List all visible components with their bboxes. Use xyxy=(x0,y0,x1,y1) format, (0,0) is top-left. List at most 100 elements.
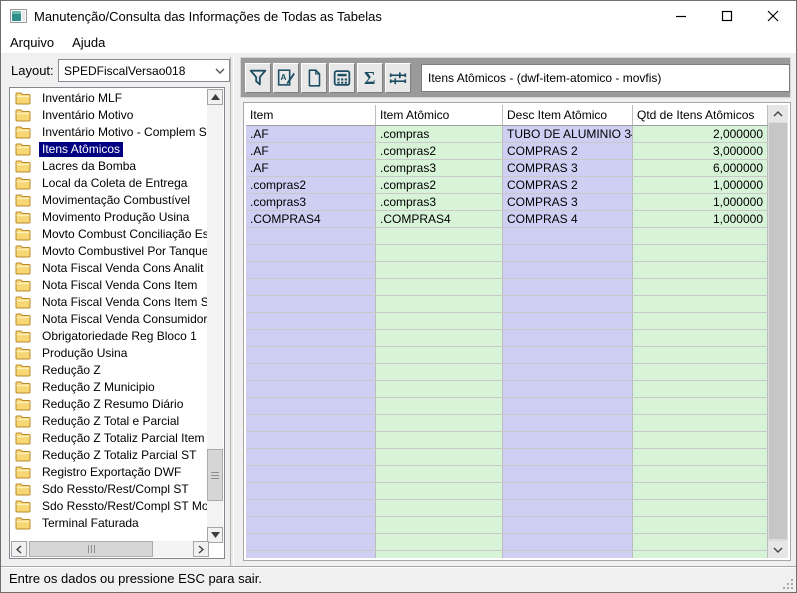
empty-cell[interactable] xyxy=(376,466,503,482)
tree-item[interactable]: Obrigatoriedade Reg Bloco 1 xyxy=(11,328,207,345)
empty-cell[interactable] xyxy=(246,517,376,533)
table-cell[interactable]: 1,000000 xyxy=(633,177,768,193)
table-cell[interactable]: COMPRAS 3 xyxy=(503,160,633,176)
empty-cell[interactable] xyxy=(376,228,503,244)
empty-cell[interactable] xyxy=(376,245,503,261)
empty-cell[interactable] xyxy=(376,483,503,499)
edit-record-button[interactable]: A xyxy=(273,63,299,93)
adjust-button[interactable] xyxy=(385,63,411,93)
empty-cell[interactable] xyxy=(246,415,376,431)
empty-cell[interactable] xyxy=(633,449,768,465)
grid-scroll-thumb[interactable] xyxy=(769,123,787,539)
empty-cell[interactable] xyxy=(503,228,633,244)
empty-cell[interactable] xyxy=(376,534,503,550)
empty-cell[interactable] xyxy=(633,347,768,363)
empty-cell[interactable] xyxy=(633,245,768,261)
grid-scroll-down-button[interactable] xyxy=(768,541,788,558)
empty-cell[interactable] xyxy=(633,313,768,329)
table-cell[interactable]: .AF xyxy=(246,143,376,159)
tree-item[interactable]: Produção Usina xyxy=(11,345,207,362)
empty-cell[interactable] xyxy=(246,449,376,465)
table-cell[interactable]: 3,000000 xyxy=(633,143,768,159)
empty-cell[interactable] xyxy=(633,381,768,397)
empty-cell[interactable] xyxy=(376,347,503,363)
column-header[interactable]: Desc Item Atômico xyxy=(503,105,633,125)
table-cell[interactable]: .compras2 xyxy=(376,143,503,159)
empty-cell[interactable] xyxy=(633,432,768,448)
tree-item[interactable]: Nota Fiscal Venda Cons Analit xyxy=(11,260,207,277)
menu-item-ajuda[interactable]: Ajuda xyxy=(63,33,114,52)
tree-item[interactable]: Redução Z xyxy=(11,362,207,379)
empty-cell[interactable] xyxy=(376,279,503,295)
tree-item[interactable]: Movimentação Combustível xyxy=(11,192,207,209)
table-cell[interactable]: .COMPRAS4 xyxy=(246,211,376,227)
empty-cell[interactable] xyxy=(246,500,376,516)
empty-cell[interactable] xyxy=(246,364,376,380)
filter-button[interactable] xyxy=(245,63,271,93)
tree-item[interactable]: Nota Fiscal Venda Consumidor xyxy=(11,311,207,328)
table-cell[interactable]: .AF xyxy=(246,160,376,176)
panel-splitter[interactable] xyxy=(230,57,234,566)
tree-item[interactable]: Movto Combustivel Por Tanque xyxy=(11,243,207,260)
empty-cell[interactable] xyxy=(376,364,503,380)
empty-cell[interactable] xyxy=(246,551,376,558)
empty-cell[interactable] xyxy=(503,415,633,431)
horizontal-scroll-thumb[interactable] xyxy=(29,541,153,557)
grid-vertical-scrollbar[interactable] xyxy=(768,105,788,558)
table-cell[interactable]: COMPRAS 2 xyxy=(503,177,633,193)
empty-cell[interactable] xyxy=(246,245,376,261)
table-cell[interactable]: COMPRAS 4 xyxy=(503,211,633,227)
empty-cell[interactable] xyxy=(633,483,768,499)
empty-cell[interactable] xyxy=(503,347,633,363)
empty-cell[interactable] xyxy=(633,551,768,558)
empty-cell[interactable] xyxy=(246,330,376,346)
empty-cell[interactable] xyxy=(633,279,768,295)
empty-cell[interactable] xyxy=(503,466,633,482)
tree-item[interactable]: Redução Z Resumo Diário xyxy=(11,396,207,413)
empty-cell[interactable] xyxy=(633,262,768,278)
tree-item[interactable]: Sdo Ressto/Rest/Compl ST xyxy=(11,481,207,498)
empty-cell[interactable] xyxy=(246,347,376,363)
empty-cell[interactable] xyxy=(376,296,503,312)
table-cell[interactable]: 1,000000 xyxy=(633,211,768,227)
tree-item[interactable]: Nota Fiscal Venda Cons Item ST xyxy=(11,294,207,311)
empty-cell[interactable] xyxy=(633,228,768,244)
tree-item[interactable]: Inventário Motivo xyxy=(11,107,207,124)
empty-cell[interactable] xyxy=(376,262,503,278)
empty-cell[interactable] xyxy=(246,228,376,244)
empty-cell[interactable] xyxy=(503,313,633,329)
tree-item[interactable]: Movimento Produção Usina xyxy=(11,209,207,226)
table-cell[interactable]: TUBO DE ALUMINIO 34 X 9 xyxy=(503,126,633,142)
layout-combobox[interactable]: SPEDFiscalVersao018 xyxy=(58,59,230,82)
empty-cell[interactable] xyxy=(503,500,633,516)
table-cell[interactable]: .compras3 xyxy=(376,194,503,210)
tree-item[interactable]: Redução Z Total e Parcial xyxy=(11,413,207,430)
table-cell[interactable]: .compras2 xyxy=(376,177,503,193)
empty-cell[interactable] xyxy=(503,381,633,397)
table-cell[interactable]: .compras xyxy=(376,126,503,142)
column-header[interactable]: Item Atômico xyxy=(376,105,503,125)
empty-cell[interactable] xyxy=(376,449,503,465)
menu-item-arquivo[interactable]: Arquivo xyxy=(1,33,63,52)
tree-item[interactable]: Inventário MLF xyxy=(11,90,207,107)
empty-cell[interactable] xyxy=(376,415,503,431)
empty-cell[interactable] xyxy=(246,381,376,397)
empty-cell[interactable] xyxy=(503,330,633,346)
empty-cell[interactable] xyxy=(633,296,768,312)
tree-item[interactable]: Registro Exportação DWF xyxy=(11,464,207,481)
empty-cell[interactable] xyxy=(376,313,503,329)
empty-cell[interactable] xyxy=(633,500,768,516)
empty-cell[interactable] xyxy=(503,534,633,550)
tree-item[interactable]: Redução Z Totaliz Parcial Item xyxy=(11,430,207,447)
empty-cell[interactable] xyxy=(376,432,503,448)
close-button[interactable] xyxy=(750,1,796,31)
empty-cell[interactable] xyxy=(503,398,633,414)
empty-cell[interactable] xyxy=(633,398,768,414)
empty-cell[interactable] xyxy=(246,483,376,499)
maximize-button[interactable] xyxy=(704,1,750,31)
empty-cell[interactable] xyxy=(503,245,633,261)
empty-cell[interactable] xyxy=(503,296,633,312)
tree-horizontal-scrollbar[interactable] xyxy=(11,541,209,557)
empty-cell[interactable] xyxy=(503,517,633,533)
tree-item[interactable]: Movto Combust Conciliação Est xyxy=(11,226,207,243)
